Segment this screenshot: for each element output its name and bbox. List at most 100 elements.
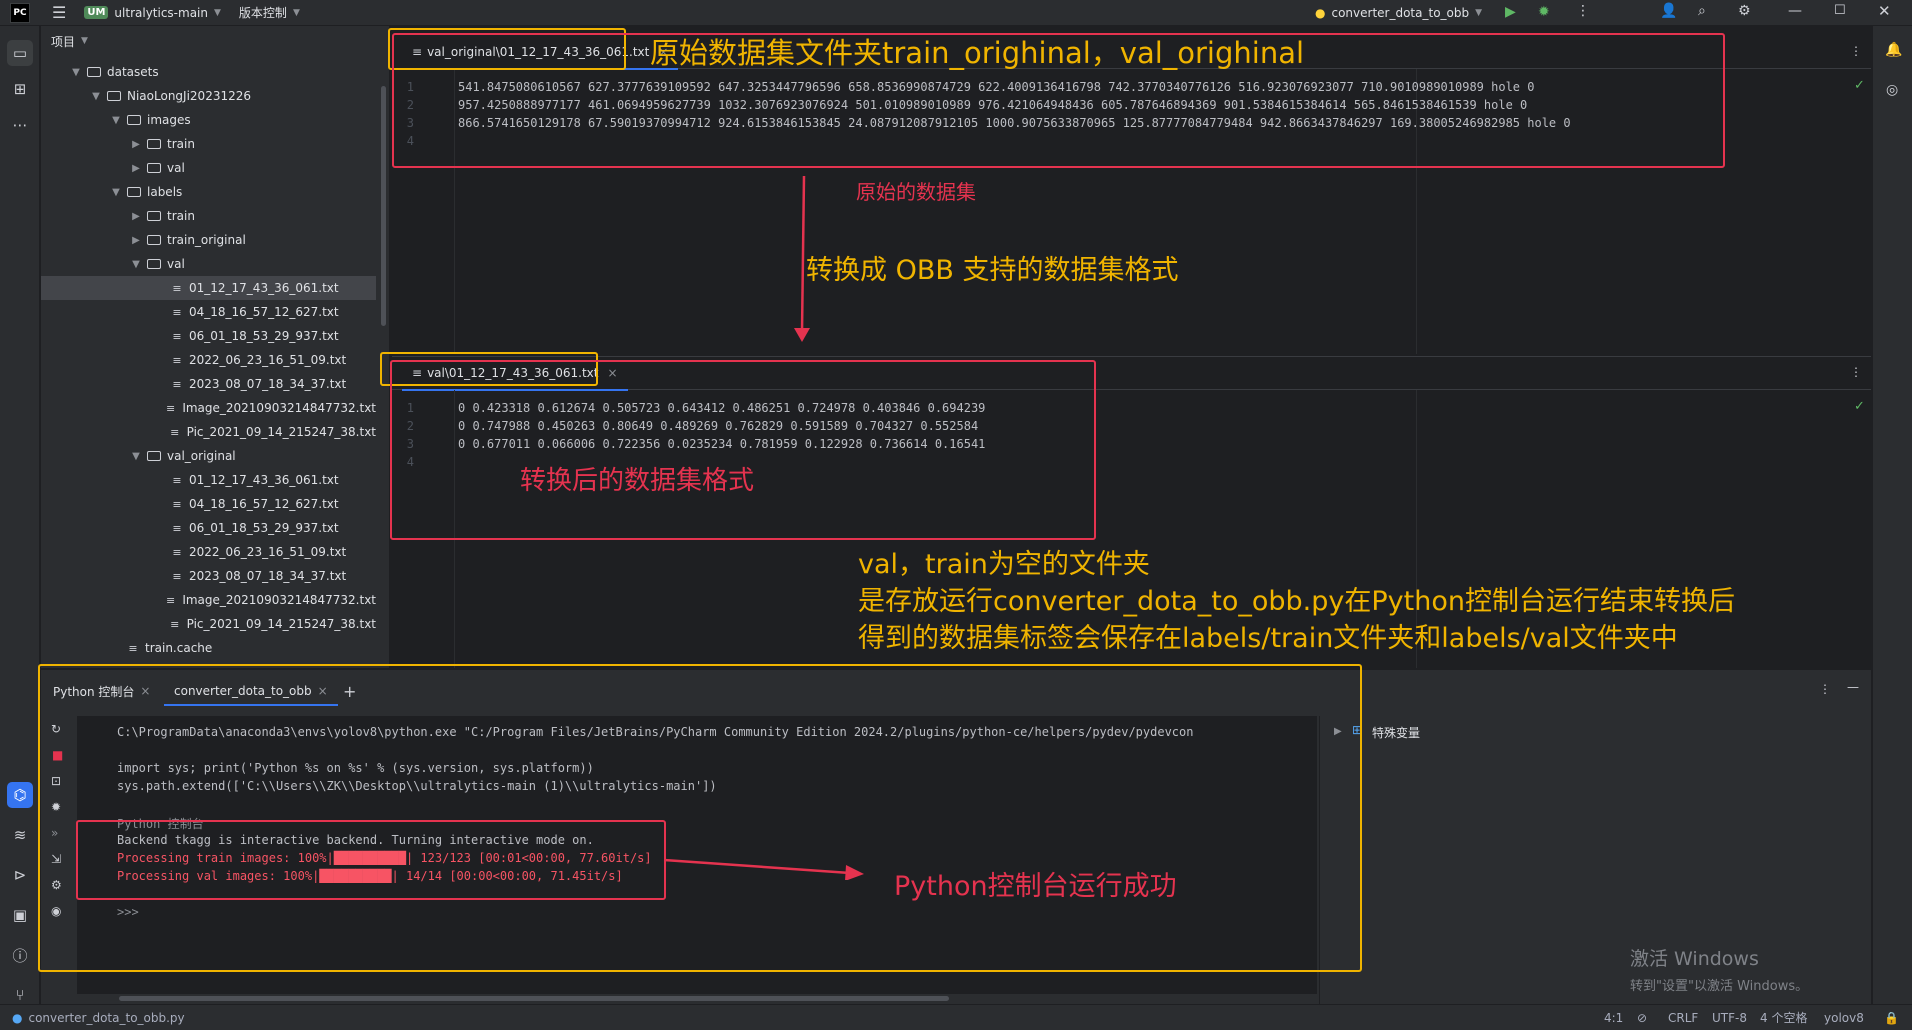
add-user-icon[interactable]: 👤 (1660, 3, 1677, 19)
structure-icon[interactable]: ⊞ (7, 76, 33, 102)
tree-folder[interactable]: ▶ val (41, 156, 376, 180)
tree-item-label: 01_12_17_43_36_061.txt (189, 281, 339, 295)
caret-position[interactable]: 4:1 (1604, 1011, 1623, 1025)
tree-file[interactable]: ≡ Image_20210903214847732.txt (41, 396, 376, 420)
hide-panel-icon[interactable]: — (1847, 680, 1859, 694)
tree-folder[interactable]: ▼ images (41, 108, 376, 132)
readonly-toggle-icon[interactable]: ⊘ (1637, 1011, 1647, 1025)
tree-file[interactable]: ≡ Image_20210903214847732.txt (41, 588, 376, 612)
tree-file[interactable]: ≡ Pic_2021_09_14_215247_38.txt (41, 420, 376, 444)
editor-options-icon[interactable]: ⋮ (1850, 365, 1862, 379)
notifications-icon[interactable]: 🔔 (1885, 42, 1902, 58)
tree-folder[interactable]: ▼ val_original (41, 444, 376, 468)
tree-file[interactable]: ≡ 04_18_16_57_12_627.txt (41, 300, 376, 324)
search-icon[interactable]: ⌕ (1698, 3, 1706, 19)
run-icon[interactable]: ▶ (1505, 4, 1516, 20)
folder-icon (147, 163, 161, 173)
services-icon[interactable]: ⊳ (7, 862, 33, 888)
tree-folder[interactable]: ▼ val (41, 252, 376, 276)
chevron-right-icon[interactable]: ▶ (129, 235, 143, 246)
status-bar: ● converter_dota_to_obb.py 4:1 ⊘ CRLF UT… (0, 1004, 1912, 1030)
tree-file[interactable]: ≡ 06_01_18_53_29_937.txt (41, 324, 376, 348)
tree-folder[interactable]: ▶ train (41, 204, 376, 228)
tree-item-label: Image_20210903214847732.txt (182, 593, 377, 607)
text-file-icon: ≡ (165, 401, 176, 415)
tree-folder[interactable]: ▶ train_original (41, 228, 376, 252)
python-icon: ● (1315, 5, 1326, 20)
folder-icon (147, 139, 161, 149)
main-menu-icon[interactable]: ☰ (52, 3, 66, 22)
tree-folder[interactable]: ▼ datasets (41, 60, 376, 84)
tree-folder[interactable]: ▼ NiaoLongJi20231226 (41, 84, 376, 108)
annotation-converted-label: 转换后的数据集格式 (520, 466, 755, 496)
project-panel-header[interactable]: 项目 ▼ (41, 26, 389, 56)
chevron-right-icon[interactable]: ▶ (129, 211, 143, 222)
lock-icon[interactable]: 🔒 (1884, 1011, 1899, 1025)
minimize-window-icon[interactable]: — (1788, 3, 1802, 19)
terminal-icon[interactable]: ▣ (7, 902, 33, 928)
annotation-note-line: 得到的数据集标签会保存在labels/train文件夹和labels/val文件… (858, 623, 1678, 654)
chevron-down-icon: ▼ (81, 36, 88, 46)
special-variables-label: 特殊变量 (1372, 726, 1421, 740)
more-tools-icon[interactable]: ⋯ (7, 112, 33, 138)
python-console-icon[interactable]: ⌬ (7, 782, 33, 808)
folder-icon (147, 235, 161, 245)
text-file-icon: ≡ (172, 377, 182, 391)
annotation-original-label: 原始的数据集 (856, 180, 976, 204)
chevron-down-icon: ▼ (292, 7, 300, 18)
tree-scrollbar[interactable] (381, 86, 386, 326)
chevron-down-icon[interactable]: ▼ (129, 451, 143, 462)
interpreter[interactable]: yolov8 (1824, 1011, 1864, 1025)
editor-options-icon[interactable]: ⋮ (1850, 44, 1862, 58)
chevron-right-icon[interactable]: ▶ (129, 139, 143, 150)
chevron-down-icon: ▼ (1475, 7, 1483, 18)
vcs-menu[interactable]: 版本控制 ▼ (239, 4, 300, 21)
arrow-console (663, 858, 864, 880)
tree-item-label: 2022_06_23_16_51_09.txt (189, 353, 347, 367)
indent-setting[interactable]: 4 个空格 (1760, 1009, 1807, 1026)
tree-folder[interactable]: ▶ train (41, 132, 376, 156)
project-badge: UM (84, 6, 109, 19)
python-packages-icon[interactable]: ≋ (7, 822, 33, 848)
tree-file[interactable]: ≡ 01_12_17_43_36_061.txt (41, 276, 376, 300)
project-switcher[interactable]: UM ultralytics-main ▼ (84, 6, 221, 20)
tree-file[interactable]: ≡ 01_12_17_43_36_061.txt (41, 468, 376, 492)
tree-item-label: 2023_08_07_18_34_37.txt (189, 569, 347, 583)
annotation-console-label: Python控制台运行成功 (894, 871, 1177, 902)
tree-file[interactable]: ≡ 2023_08_07_18_34_37.txt (41, 564, 376, 588)
more-actions-icon[interactable]: ⋮ (1576, 3, 1590, 19)
project-folder-icon[interactable]: ▭ (7, 40, 33, 66)
chevron-down-icon[interactable]: ▼ (89, 91, 103, 102)
console-hscrollbar[interactable] (119, 996, 949, 1001)
folder-icon (107, 91, 121, 101)
annotation-note-line: val，train为空的文件夹 (858, 549, 1150, 580)
tree-file[interactable]: ≡ 2022_06_23_16_51_09.txt (41, 348, 376, 372)
run-config-label: converter_dota_to_obb (1331, 5, 1470, 20)
console-options-icon[interactable]: ⋮ (1819, 682, 1831, 696)
folder-icon (87, 67, 101, 77)
tree-file[interactable]: ≡ train.cache (41, 636, 376, 660)
run-config-selector[interactable]: ● converter_dota_to_obb ▼ (1315, 6, 1482, 20)
chevron-down-icon[interactable]: ▼ (109, 187, 123, 198)
tree-file[interactable]: ≡ 2022_06_23_16_51_09.txt (41, 540, 376, 564)
tree-file[interactable]: ≡ 04_18_16_57_12_627.txt (41, 492, 376, 516)
text-file-icon: ≡ (170, 425, 180, 439)
tree-file[interactable]: ≡ 2023_08_07_18_34_37.txt (41, 372, 376, 396)
tree-file[interactable]: ≡ 06_01_18_53_29_937.txt (41, 516, 376, 540)
chevron-down-icon[interactable]: ▼ (69, 67, 83, 78)
problems-icon[interactable]: ⓘ (7, 942, 33, 968)
settings-gear-icon[interactable]: ⚙ (1738, 3, 1751, 19)
line-ending[interactable]: CRLF (1668, 1011, 1698, 1025)
tree-file[interactable]: ≡ Pic_2021_09_14_215247_38.txt (41, 612, 376, 636)
chevron-right-icon[interactable]: ▶ (129, 163, 143, 174)
inspection-ok-icon: ✓ (1854, 78, 1865, 93)
chevron-down-icon[interactable]: ▼ (129, 259, 143, 270)
debug-icon[interactable]: ✹ (1538, 4, 1550, 20)
maximize-window-icon[interactable]: ☐ (1834, 3, 1846, 18)
current-file[interactable]: converter_dota_to_obb.py (28, 1011, 184, 1025)
close-window-icon[interactable]: ✕ (1878, 2, 1891, 20)
tree-folder[interactable]: ▼ labels (41, 180, 376, 204)
chevron-down-icon[interactable]: ▼ (109, 115, 123, 126)
encoding[interactable]: UTF-8 (1712, 1011, 1747, 1025)
ai-assistant-icon[interactable]: ◎ (1886, 82, 1898, 98)
